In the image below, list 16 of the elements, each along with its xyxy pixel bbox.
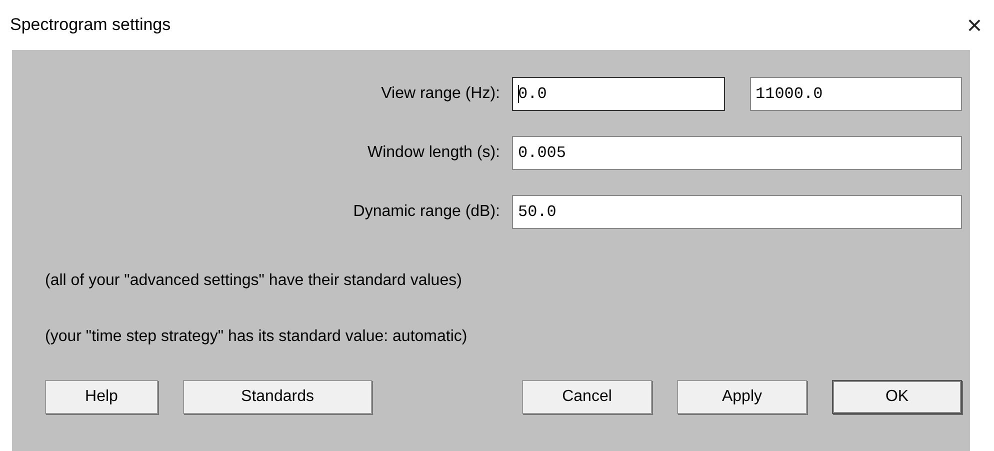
field-label: Window length (s):: [366, 144, 500, 162]
close-icon[interactable]: ×: [966, 12, 982, 38]
dialog-button[interactable]: Help: [45, 380, 158, 414]
field-label: Dynamic range (dB):: [352, 203, 500, 221]
input-field[interactable]: 0.0: [512, 77, 724, 111]
input-field[interactable]: 0.005: [512, 136, 962, 170]
dialog-button[interactable]: Apply: [677, 380, 807, 414]
input-field[interactable]: 50.0: [512, 195, 962, 229]
info-text: (all of your "advanced settings" have their standard values): [45, 272, 463, 290]
dialog-button[interactable]: OK: [832, 380, 962, 414]
info-text: (your "time step strategy" has its standard value: automatic): [45, 328, 468, 346]
window-title: Spectrogram settings: [10, 15, 171, 35]
input-field[interactable]: 11000.0: [750, 77, 962, 111]
dialog-button[interactable]: Cancel: [522, 380, 652, 414]
field-label: View range (Hz):: [380, 85, 500, 103]
dialog-button[interactable]: Standards: [183, 380, 372, 414]
